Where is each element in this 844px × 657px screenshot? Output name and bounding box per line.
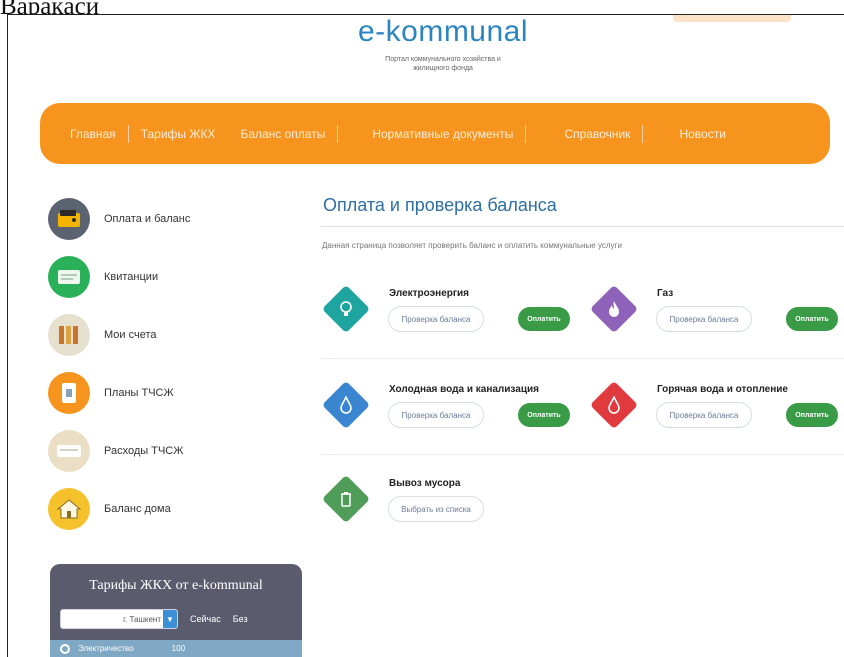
tariff-tab-without[interactable]: Без bbox=[233, 614, 248, 624]
trash-icon bbox=[329, 482, 363, 516]
nav-item-tariffs[interactable]: Тарифы ЖКХ bbox=[141, 127, 216, 141]
nav-separator bbox=[127, 124, 129, 143]
main-content: Оплата и проверка баланса Данная страниц… bbox=[321, 195, 844, 524]
sidebar-item-label: Планы ТЧСЖ bbox=[104, 387, 174, 399]
pay-button[interactable]: Оплатить bbox=[518, 307, 570, 331]
city-select[interactable]: г. Ташкент ▼ bbox=[60, 609, 178, 629]
lightbulb-icon bbox=[329, 292, 363, 326]
tariff-widget: Тарифы ЖКХ от e-kommunal г. Ташкент ▼ Се… bbox=[50, 564, 302, 657]
sidebar-item-label: Квитанции bbox=[104, 271, 159, 283]
pay-button[interactable]: Оплатить bbox=[518, 403, 570, 427]
select-from-list-button[interactable]: Выбрать из списка bbox=[388, 496, 484, 522]
service-name: Газ bbox=[657, 288, 674, 299]
service-name: Горячая вода и отопление bbox=[657, 384, 788, 395]
nav-item-reference[interactable]: Справочник bbox=[564, 127, 630, 141]
service-name: Холодная вода и канализация bbox=[389, 384, 539, 395]
tariff-widget-title: Тарифы ЖКХ от e-kommunal bbox=[89, 578, 263, 593]
nav-item-documents[interactable]: Нормативные документы bbox=[372, 127, 513, 141]
expenses-icon bbox=[48, 430, 90, 472]
page-description: Данная страница позволяет проверить бала… bbox=[322, 241, 622, 250]
chevron-down-icon[interactable]: ▼ bbox=[163, 610, 177, 628]
sidebar-item-label: Баланс дома bbox=[104, 503, 171, 515]
tariff-tab-now[interactable]: Сейчас bbox=[190, 614, 221, 624]
nav-item-home[interactable]: Главная bbox=[70, 127, 116, 141]
main-navigation: Главная Тарифы ЖКХ Баланс оплаты Нормати… bbox=[40, 103, 830, 164]
accounts-icon bbox=[48, 314, 90, 356]
service-name: Электроэнергия bbox=[389, 288, 470, 299]
header-decoration bbox=[673, 15, 791, 22]
check-balance-button[interactable]: Проверка баланса bbox=[656, 306, 752, 332]
tariff-row-label: Электричество bbox=[78, 644, 134, 653]
row-divider bbox=[321, 358, 844, 359]
pay-button[interactable]: Оплатить bbox=[786, 307, 838, 331]
wallet-icon bbox=[48, 198, 90, 240]
house-icon bbox=[48, 488, 90, 530]
sidebar-item-label: Расходы ТЧСЖ bbox=[104, 445, 184, 457]
sidebar-item-expenses[interactable]: Расходы ТЧСЖ bbox=[48, 422, 268, 480]
nav-item-balance[interactable]: Баланс оплаты bbox=[240, 127, 325, 141]
sidebar-item-plans[interactable]: Планы ТЧСЖ bbox=[48, 364, 268, 422]
sidebar-item-payment[interactable]: Оплата и баланс bbox=[48, 190, 268, 248]
service-gas: Газ Проверка баланса Оплатить bbox=[589, 282, 844, 352]
nav-separator bbox=[642, 124, 644, 143]
nav-separator bbox=[227, 125, 228, 143]
document-icon bbox=[48, 372, 90, 414]
water-drop-icon bbox=[329, 388, 363, 422]
tariff-row-value: 100 bbox=[171, 644, 186, 653]
nav-separator bbox=[525, 124, 527, 143]
sidebar-item-house-balance[interactable]: Баланс дома bbox=[48, 480, 268, 538]
site-brand[interactable]: e-kommunal Портал коммунального хозяйств… bbox=[348, 15, 538, 73]
sidebar-item-label: Оплата и баланс bbox=[104, 213, 191, 225]
site-logo[interactable]: e-kommunal bbox=[348, 15, 538, 49]
service-name: Вывоз мусора bbox=[389, 478, 461, 489]
page-title: Оплата и проверка баланса bbox=[321, 195, 844, 227]
service-cold-water: Холодная вода и канализация Проверка бал… bbox=[321, 378, 581, 448]
nav-item-news[interactable]: Новости bbox=[679, 127, 725, 141]
tariff-controls: г. Ташкент ▼ Сейчас Без bbox=[50, 609, 302, 629]
service-garbage: Вывоз мусора Выбрать из списка bbox=[321, 472, 581, 542]
sidebar-item-label: Мои счета bbox=[104, 329, 157, 341]
city-select-value: г. Ташкент bbox=[123, 614, 161, 624]
row-divider bbox=[321, 454, 844, 455]
sidebar-menu: Оплата и баланс Квитанции Мои счета План… bbox=[48, 190, 268, 538]
receipt-icon bbox=[48, 256, 90, 298]
check-balance-button[interactable]: Проверка баланса bbox=[388, 402, 484, 428]
site-subtitle: Портал коммунального хозяйства и жилищно… bbox=[385, 56, 501, 72]
website-screenshot: e-kommunal Портал коммунального хозяйств… bbox=[7, 14, 844, 657]
sidebar-item-receipts[interactable]: Квитанции bbox=[48, 248, 268, 306]
service-hot-water: Горячая вода и отопление Проверка баланс… bbox=[589, 378, 844, 448]
hot-water-icon bbox=[597, 388, 631, 422]
service-electricity: Электроэнергия Проверка баланса Оплатить bbox=[321, 282, 581, 352]
check-balance-button[interactable]: Проверка баланса bbox=[388, 306, 484, 332]
nav-separator bbox=[337, 124, 339, 143]
flame-icon bbox=[597, 292, 631, 326]
search-icon bbox=[60, 644, 70, 654]
tariff-row[interactable]: Электричество 100 bbox=[50, 640, 302, 657]
pay-button[interactable]: Оплатить bbox=[786, 403, 838, 427]
check-balance-button[interactable]: Проверка баланса bbox=[656, 402, 752, 428]
sidebar-item-accounts[interactable]: Мои счета bbox=[48, 306, 268, 364]
